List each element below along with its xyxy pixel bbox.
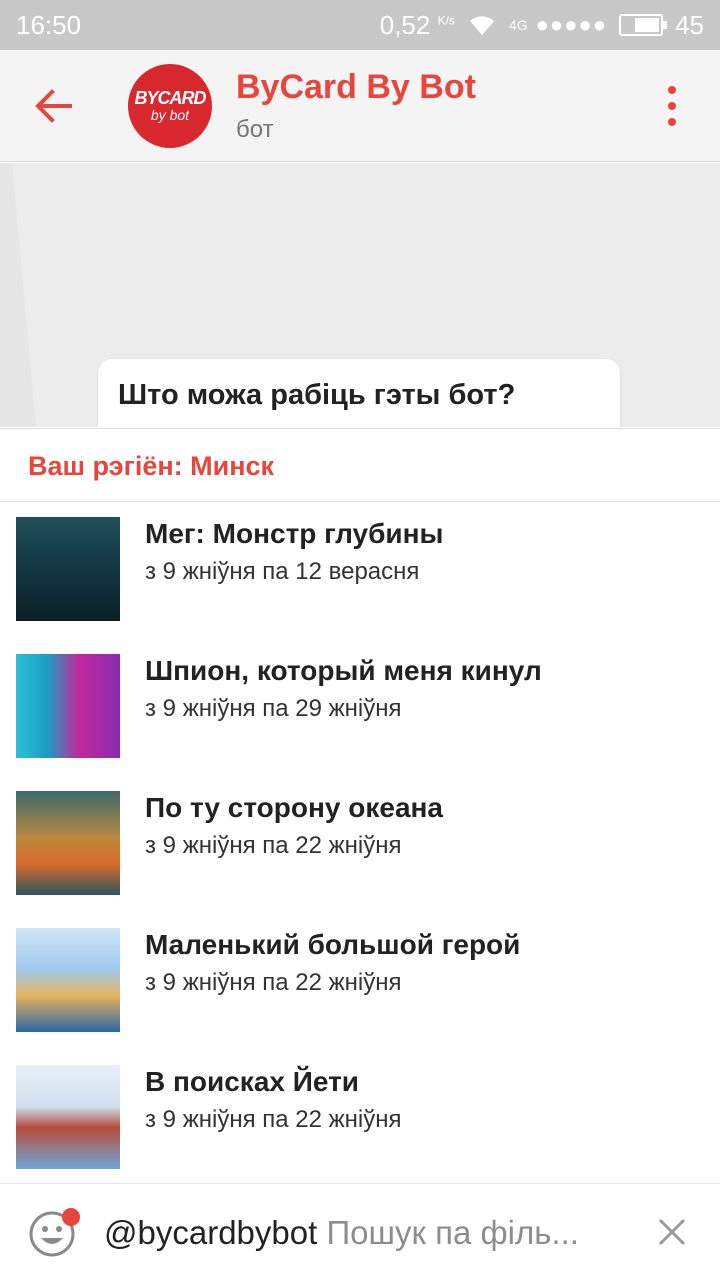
movie-poster xyxy=(16,928,120,1032)
arrow-left-icon[interactable] xyxy=(30,86,78,126)
battery-level: 45 xyxy=(675,9,704,40)
list-item[interactable]: В поисках Йети з 9 жніўня па 22 жніўня xyxy=(0,1050,720,1187)
notification-dot xyxy=(62,1208,80,1226)
list-item[interactable]: По ту сторону океана з 9 жніўня па 22 жн… xyxy=(0,776,720,913)
status-bar: 16:50 0,52 K/s 4G ●●●●● 45 xyxy=(0,0,720,50)
movie-dates: з 9 жніўня па 29 жніўня xyxy=(145,695,402,722)
status-time: 16:50 xyxy=(16,9,82,40)
network-type: 4G xyxy=(508,17,528,33)
chat-subtitle: бот xyxy=(236,116,274,143)
status-indicators: 0,52 K/s 4G ●●●●● 45 xyxy=(380,10,704,41)
movie-poster xyxy=(16,517,120,621)
movie-poster xyxy=(16,654,120,758)
movie-title: В поисках Йети xyxy=(145,1066,359,1097)
chat-background-pattern xyxy=(0,163,36,427)
movie-dates: з 9 жніўня па 22 жніўня xyxy=(145,1106,402,1133)
movie-dates: з 9 жніўня па 12 верасня xyxy=(145,558,420,585)
movie-title: Мег: Монстр глубины xyxy=(145,518,444,549)
avatar[interactable]: BYCARD by bot xyxy=(128,64,212,148)
chat-header: BYCARD by bot ByCard By Bot бот xyxy=(0,50,720,162)
battery-icon xyxy=(619,14,668,36)
movie-title: Маленький большой герой xyxy=(145,929,521,960)
search-placeholder: Пошук па філь... xyxy=(326,1214,579,1251)
inline-results-list: Мег: Монстр глубины з 9 жніўня па 12 вер… xyxy=(0,502,720,1182)
movie-dates: з 9 жніўня па 22 жніўня xyxy=(145,832,402,859)
message-text: Што можа рабіць гэты бот? xyxy=(118,379,516,411)
movie-title: Шпион, который меня кинул xyxy=(145,655,542,686)
list-item[interactable]: Маленький большой герой з 9 жніўня па 22… xyxy=(0,913,720,1050)
bot-handle: @bycardbybot xyxy=(104,1214,318,1251)
movie-poster xyxy=(16,1065,120,1169)
search-input[interactable]: @bycardbybot Пошук па філь... xyxy=(104,1214,579,1252)
message-input-bar: @bycardbybot Пошук па філь... xyxy=(0,1183,720,1280)
network-speed: 0,52 K/s xyxy=(379,9,455,40)
avatar-logo-subtext: by bot xyxy=(150,107,190,123)
list-item[interactable]: Мег: Монстр глубины з 9 жніўня па 12 вер… xyxy=(0,502,720,639)
chat-area: Што можа рабіць гэты бот? xyxy=(0,163,720,427)
movie-dates: з 9 жніўня па 22 жніўня xyxy=(145,969,402,996)
chat-title[interactable]: ByCard By Bot xyxy=(236,68,476,107)
wifi-icon xyxy=(469,16,494,35)
message-bubble[interactable]: Што можа рабіць гэты бот? xyxy=(98,359,620,427)
region-header: Ваш рэгіён: Минск xyxy=(0,428,720,502)
more-vertical-icon[interactable] xyxy=(660,86,684,126)
signal-strength-icon: ●●●●● xyxy=(535,12,608,37)
close-icon[interactable] xyxy=(656,1216,688,1248)
avatar-logo-text: BYCARD xyxy=(134,88,206,108)
movie-poster xyxy=(16,791,120,895)
region-label: Ваш рэгіён: Минск xyxy=(28,451,275,481)
list-item[interactable]: Шпион, который меня кинул з 9 жніўня па … xyxy=(0,639,720,776)
movie-title: По ту сторону океана xyxy=(145,792,444,823)
